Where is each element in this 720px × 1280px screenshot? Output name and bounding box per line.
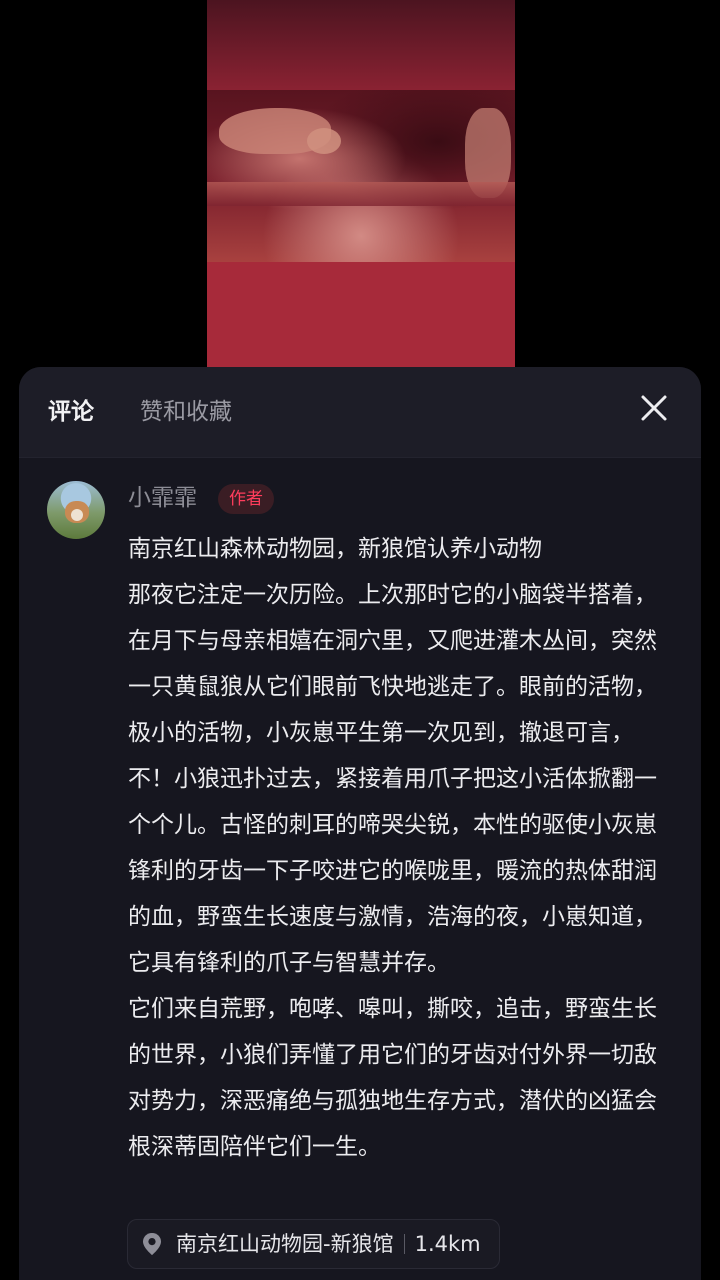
avatar[interactable]	[47, 481, 105, 539]
comment-text: 南京红山森林动物园，新狼馆认养小动物 那夜它注定一次历险。上次那时它的小脑袋半搭…	[128, 526, 668, 1170]
location-name: 南京红山动物园-新狼馆	[176, 1232, 394, 1256]
comment-paragraph-3: 它们来自荒野，咆哮、嗥叫，撕咬，追击，野蛮生长的世界，小狼们弄懂了用它们的牙齿对…	[128, 996, 657, 1160]
wolf-head	[307, 128, 341, 154]
tab-comments[interactable]: 评论	[48, 395, 94, 429]
username[interactable]: 小霏霏	[128, 481, 197, 515]
close-button[interactable]	[635, 389, 673, 427]
video-frame-bottom	[207, 262, 515, 368]
sheet-header: 评论 赞和收藏	[19, 367, 701, 458]
fallen-log	[207, 182, 515, 206]
comment-sheet: 评论 赞和收藏 小霏霏 作者 南京红山森林动物园，新狼馆认养小动物 那夜它注定一…	[19, 367, 701, 1280]
video-frame-top	[207, 0, 515, 90]
video-preview[interactable]	[207, 0, 515, 368]
close-icon	[641, 395, 667, 421]
comment-paragraph-2: 那夜它注定一次历险。上次那时它的小脑袋半搭着，在月下与母亲相嬉在洞穴里，又爬进灌…	[128, 582, 657, 976]
screen: 评论 赞和收藏 小霏霏 作者 南京红山森林动物园，新狼馆认养小动物 那夜它注定一…	[0, 0, 720, 1280]
location-pin-icon	[143, 1233, 161, 1255]
location-distance: 1.4km	[414, 1232, 481, 1256]
location-chip[interactable]: 南京红山动物园-新狼馆 1.4km	[127, 1219, 500, 1269]
avatar-dog-face	[71, 509, 83, 521]
comment-paragraph-1: 南京红山森林动物园，新狼馆认养小动物	[128, 536, 542, 562]
author-badge: 作者	[218, 484, 274, 514]
chip-divider	[403, 1234, 405, 1254]
tab-likes-and-favorites[interactable]: 赞和收藏	[140, 395, 232, 429]
